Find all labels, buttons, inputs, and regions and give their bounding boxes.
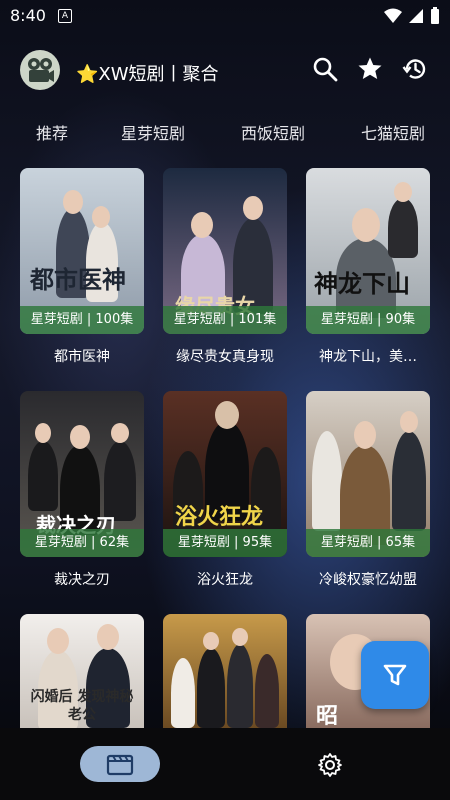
poster-title-text: 浴火狂龙	[175, 504, 264, 530]
tab-xifan[interactable]: 西饭短剧	[241, 120, 305, 144]
episode-badge: 星芽短剧 | 90集	[306, 306, 430, 334]
poster-title-text: 闪婚后 发现神秘老公	[30, 689, 134, 723]
drama-poster[interactable]: 神龙下山 星芽短剧 | 90集	[306, 168, 430, 334]
drama-card[interactable]: 浴火狂龙 星芽短剧 | 95集 浴火狂龙	[163, 391, 287, 589]
drama-title: 神龙下山，美…	[319, 349, 417, 365]
signal-icon	[409, 9, 423, 23]
drama-card[interactable]: 缘尽贵女 星芽短剧 | 101集 缘尽贵女真身现	[163, 168, 287, 366]
drama-card[interactable]: 星芽短剧 | 65集 冷峻权豪忆幼盟	[306, 391, 430, 589]
drama-title: 缘尽贵女真身现	[176, 349, 274, 365]
app-header: ⭐XW短剧丨聚合	[0, 40, 450, 100]
filter-icon	[383, 664, 407, 686]
wifi-icon	[384, 8, 402, 23]
app-logo-avatar[interactable]	[20, 50, 60, 90]
app-title: ⭐XW短剧丨聚合	[76, 64, 219, 85]
tab-xingya[interactable]: 星芽短剧	[121, 120, 185, 144]
bottom-navigation	[0, 728, 450, 800]
battery-icon	[431, 7, 439, 24]
status-bar: 8:40 A	[0, 0, 450, 32]
search-icon[interactable]	[312, 56, 338, 82]
drama-poster[interactable]: 星芽短剧 | 65集	[306, 391, 430, 557]
drama-title: 都市医神	[54, 349, 110, 365]
episode-badge: 星芽短剧 | 101集	[163, 306, 287, 334]
tab-qimao[interactable]: 七猫短剧	[361, 120, 425, 144]
episode-badge: 星芽短剧 | 95集	[163, 529, 287, 557]
poster-title-text: 昭	[316, 703, 339, 728]
category-tabs: 推荐 星芽短剧 西饭短剧 七猫短剧	[0, 112, 450, 148]
episode-badge: 星芽短剧 | 65集	[306, 529, 430, 557]
poster-title-text: 神龙下山	[314, 269, 410, 298]
drama-title: 浴火狂龙	[197, 572, 253, 588]
drama-poster[interactable]: 浴火狂龙 星芽短剧 | 95集	[163, 391, 287, 557]
drama-poster[interactable]	[163, 614, 287, 728]
drama-title: 冷峻权豪忆幼盟	[319, 572, 417, 588]
gear-icon[interactable]	[317, 752, 343, 778]
status-time: 8:40	[10, 6, 46, 25]
drama-poster[interactable]: 裁决之刃 星芽短剧 | 62集	[20, 391, 144, 557]
notification-a-icon: A	[58, 9, 72, 23]
drama-card[interactable]: 都市医神 星芽短剧 | 100集 都市医神	[20, 168, 144, 366]
drama-poster[interactable]: 闪婚后 发现神秘老公	[20, 614, 144, 728]
star-icon[interactable]	[357, 56, 383, 82]
drama-card[interactable]	[163, 614, 287, 728]
drama-poster[interactable]: 缘尽贵女 星芽短剧 | 101集	[163, 168, 287, 334]
drama-card[interactable]: 神龙下山 星芽短剧 | 90集 神龙下山，美…	[306, 168, 430, 366]
filter-fab-button[interactable]	[361, 641, 429, 709]
poster-title-text: 都市医神	[30, 265, 126, 294]
episode-badge: 星芽短剧 | 100集	[20, 306, 144, 334]
system-icons	[384, 7, 440, 25]
nav-home-button[interactable]	[80, 746, 160, 782]
history-icon[interactable]	[402, 56, 428, 82]
film-camera-icon	[28, 58, 54, 82]
drama-card[interactable]: 裁决之刃 星芽短剧 | 62集 裁决之刃	[20, 391, 144, 589]
episode-badge: 星芽短剧 | 62集	[20, 529, 144, 557]
drama-poster[interactable]: 都市医神 星芽短剧 | 100集	[20, 168, 144, 334]
drama-title: 裁决之刃	[54, 572, 110, 588]
drama-card[interactable]: 闪婚后 发现神秘老公	[20, 614, 144, 728]
tab-recommend[interactable]: 推荐	[36, 120, 68, 144]
film-icon	[106, 754, 134, 776]
